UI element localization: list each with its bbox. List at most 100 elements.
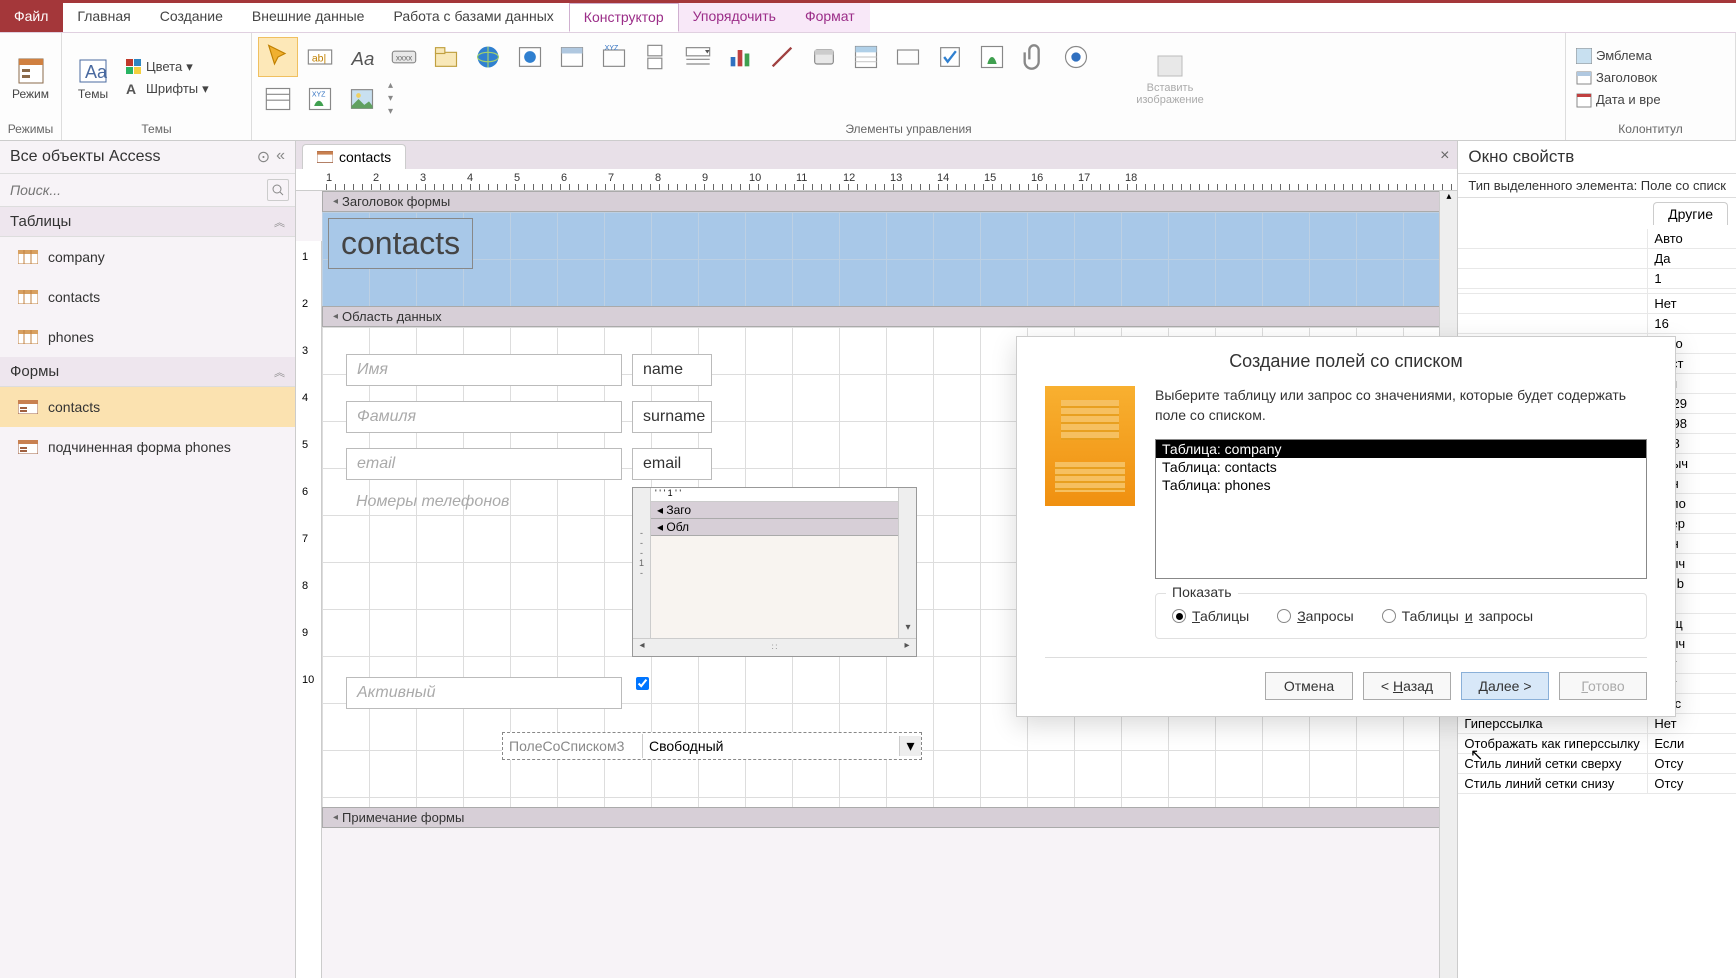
- field-surname[interactable]: surname: [632, 401, 712, 433]
- radio-tables[interactable]: Таблицы: [1172, 608, 1249, 624]
- ctrl-tab[interactable]: [426, 37, 466, 77]
- nav-table-contacts[interactable]: contacts: [0, 277, 295, 317]
- svg-text:Aa: Aa: [351, 48, 375, 69]
- radio-both[interactable]: Таблицы и запросы: [1382, 608, 1533, 624]
- ctrl-subform[interactable]: [258, 79, 298, 119]
- ctrl-attachment[interactable]: [1014, 37, 1054, 77]
- ctrl-unboundobj[interactable]: [972, 37, 1012, 77]
- ctrl-hyperlink[interactable]: [468, 37, 508, 77]
- search-icon[interactable]: [267, 179, 289, 201]
- field-name[interactable]: name: [632, 354, 712, 386]
- nav-collapse-icon[interactable]: «: [276, 147, 285, 167]
- checkbox-active[interactable]: [636, 677, 649, 690]
- wizard-illustration-icon: [1045, 386, 1135, 506]
- ctrl-chart[interactable]: [720, 37, 760, 77]
- wizard-source-list[interactable]: Таблица: companyТаблица: contactsТаблица…: [1155, 439, 1647, 579]
- property-row[interactable]: Отображать как гиперссылкуЕсли: [1458, 734, 1736, 754]
- tab-create[interactable]: Создание: [146, 3, 238, 32]
- ctrl-checkbox[interactable]: [930, 37, 970, 77]
- ctrl-textbox[interactable]: ab|: [300, 37, 340, 77]
- property-row[interactable]: Стиль линий сетки сверхуОтсу: [1458, 754, 1736, 774]
- colors-button[interactable]: Цвета ▾: [122, 57, 213, 77]
- nav-form-contacts[interactable]: contacts: [0, 387, 295, 427]
- ctrl-listbox[interactable]: [846, 37, 886, 77]
- property-tab-other[interactable]: Другие: [1653, 202, 1728, 225]
- ctrl-image[interactable]: [342, 79, 382, 119]
- ctrl-line[interactable]: [762, 37, 802, 77]
- tab-file[interactable]: Файл: [0, 3, 63, 32]
- insert-image-button[interactable]: Вставить изображение: [1122, 38, 1218, 118]
- property-row[interactable]: Стиль линий сетки снизуОтсу: [1458, 774, 1736, 794]
- nav-dropdown-icon[interactable]: ⊙: [257, 147, 270, 167]
- combobox-placeholder[interactable]: ПолеСоСписком3 Свободный ▾: [502, 732, 922, 760]
- nav-search-input[interactable]: [6, 178, 267, 202]
- themes-button[interactable]: Aa Темы: [68, 38, 118, 118]
- nav-header-title[interactable]: Все объекты Access: [10, 148, 160, 166]
- datetime-button[interactable]: Дата и вре: [1572, 90, 1665, 110]
- gallery-up-icon[interactable]: ▴: [388, 80, 393, 91]
- property-sheet-subtitle: Тип выделенного элемента: Поле со списк: [1458, 174, 1736, 198]
- nav-form-subphones[interactable]: подчиненная форма phones: [0, 427, 295, 467]
- property-row[interactable]: Авто: [1458, 229, 1736, 249]
- ctrl-optiongroup[interactable]: XYZ: [594, 37, 634, 77]
- subform-section-detail: ◂ Обл: [651, 519, 916, 536]
- property-row[interactable]: Да: [1458, 249, 1736, 269]
- ctrl-webbrowser[interactable]: [510, 37, 550, 77]
- nav-group-forms[interactable]: Формы ︽: [0, 357, 295, 387]
- gallery-down-icon[interactable]: ▾: [388, 93, 393, 104]
- ctrl-toggle[interactable]: [804, 37, 844, 77]
- wizard-cancel-button[interactable]: Отмена: [1265, 672, 1353, 700]
- wizard-back-button[interactable]: < Назад: [1363, 672, 1451, 700]
- label-phones[interactable]: Номеры телефонов: [346, 487, 622, 517]
- nav-table-phones[interactable]: phones: [0, 317, 295, 357]
- tab-format[interactable]: Формат: [791, 3, 870, 32]
- ctrl-boundobj[interactable]: XYZ: [300, 79, 340, 119]
- view-mode-button[interactable]: Режим: [6, 38, 55, 118]
- wizard-list-item[interactable]: Таблица: phones: [1156, 476, 1646, 494]
- svg-text:XYZ: XYZ: [312, 91, 326, 98]
- document-tab-contacts[interactable]: contacts: [302, 144, 406, 169]
- label-email[interactable]: email: [346, 448, 622, 480]
- tab-arrange[interactable]: Упорядочить: [679, 3, 791, 32]
- chevron-down-icon[interactable]: ▾: [899, 736, 921, 756]
- ctrl-rectangle[interactable]: [888, 37, 928, 77]
- tab-external[interactable]: Внешние данные: [238, 3, 380, 32]
- tab-home[interactable]: Главная: [63, 3, 145, 32]
- ctrl-navigation[interactable]: [552, 37, 592, 77]
- nav-group-tables[interactable]: Таблицы ︽: [0, 207, 295, 237]
- label-name[interactable]: Имя: [346, 354, 622, 386]
- fonts-button[interactable]: A Шрифты ▾: [122, 79, 213, 99]
- section-form-footer[interactable]: Примечание формы: [322, 807, 1457, 828]
- property-row[interactable]: 1: [1458, 269, 1736, 289]
- nav-table-company[interactable]: company: [0, 237, 295, 277]
- tab-design[interactable]: Конструктор: [569, 3, 679, 32]
- title-button[interactable]: Заголовок: [1572, 68, 1665, 88]
- wizard-next-button[interactable]: Далее >: [1461, 672, 1549, 700]
- ctrl-combobox[interactable]: [678, 37, 718, 77]
- field-email[interactable]: email: [632, 448, 712, 480]
- property-row[interactable]: 16: [1458, 314, 1736, 334]
- property-row[interactable]: Нет: [1458, 294, 1736, 314]
- ctrl-select[interactable]: [258, 37, 298, 77]
- subform-scrollbar-v[interactable]: ▾: [898, 488, 916, 638]
- radio-queries[interactable]: Запросы: [1277, 608, 1353, 624]
- wizard-list-item[interactable]: Таблица: company: [1156, 440, 1646, 458]
- section-form-header[interactable]: Заголовок формы: [322, 191, 1457, 212]
- gallery-more-icon[interactable]: ▾: [388, 106, 393, 117]
- subform-scrollbar-h[interactable]: ◂∷▸: [633, 638, 916, 656]
- ctrl-pagebreak[interactable]: [636, 37, 676, 77]
- label-active[interactable]: Активный: [346, 677, 622, 709]
- close-document-icon[interactable]: ×: [1432, 143, 1457, 169]
- label-surname[interactable]: Фамиля: [346, 401, 622, 433]
- tab-dbtools[interactable]: Работа с базами данных: [379, 3, 568, 32]
- ctrl-optionbutton[interactable]: [1056, 37, 1096, 77]
- ctrl-label[interactable]: Aa: [342, 37, 382, 77]
- section-detail[interactable]: Область данных: [322, 306, 1457, 327]
- ctrl-button[interactable]: xxxx: [384, 37, 424, 77]
- group-label-themes: Темы: [68, 120, 245, 138]
- wizard-list-item[interactable]: Таблица: contacts: [1156, 458, 1646, 476]
- svg-text:XYZ: XYZ: [605, 45, 619, 52]
- logo-button[interactable]: Эмблема: [1572, 46, 1665, 66]
- subform-phones[interactable]: ---1- ' ' ' 1 ' ' ◂ Заго ◂ Обл ▾ ◂∷▸: [632, 487, 917, 657]
- form-title-label[interactable]: contacts: [328, 218, 473, 269]
